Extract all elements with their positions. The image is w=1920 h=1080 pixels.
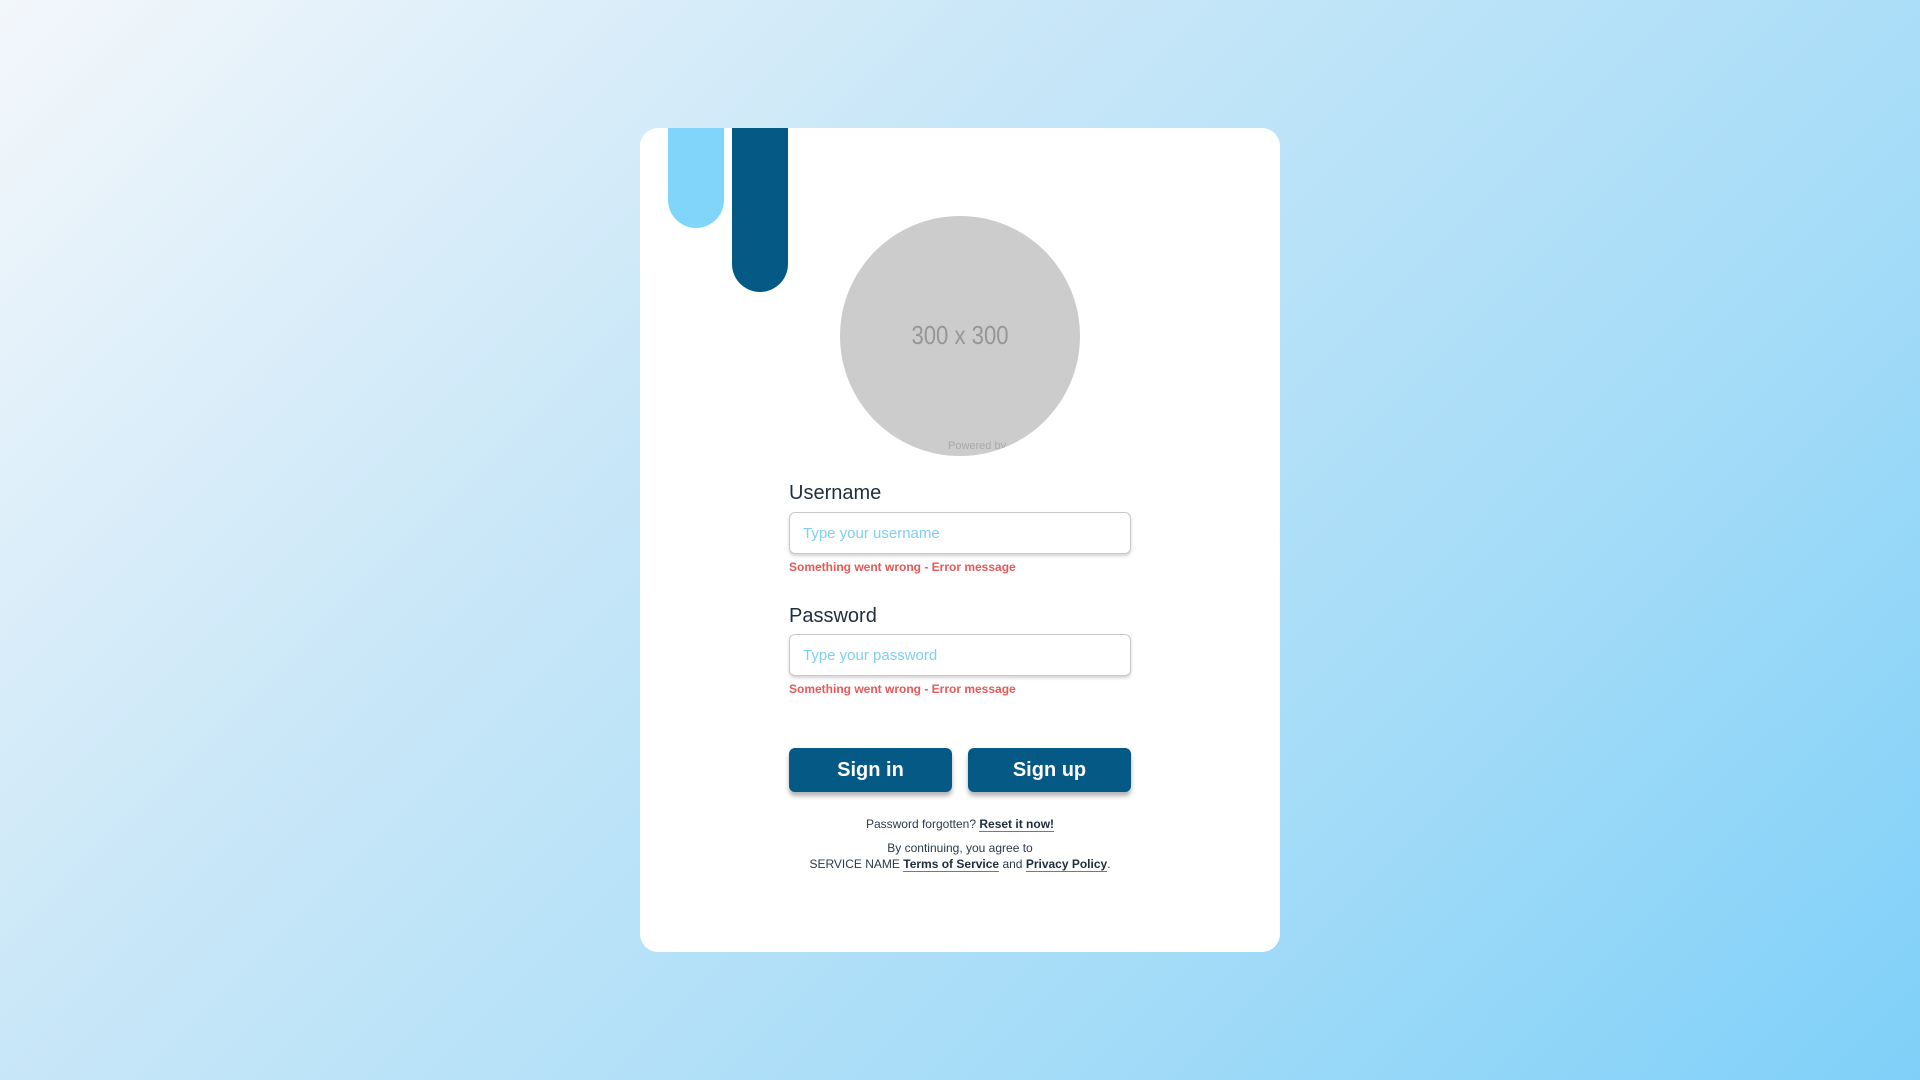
login-card: 300 x 300 Powered by Username Something …	[640, 128, 1280, 952]
privacy-policy-link[interactable]: Privacy Policy	[1025, 857, 1108, 872]
username-error-message: Something went wrong - Error message	[789, 560, 1016, 574]
avatar-credit-text: Powered by	[948, 440, 1007, 452]
password-forgotten-text: Password forgotten?	[865, 817, 977, 831]
avatar-placeholder-text: 300 x 300	[911, 320, 1009, 350]
avatar-placeholder-image: 300 x 300 Powered by	[840, 216, 1080, 456]
username-input[interactable]	[789, 512, 1131, 554]
terms-of-service-link[interactable]: Terms of Service	[903, 857, 1000, 872]
password-input[interactable]	[789, 634, 1131, 676]
password-error-message: Something went wrong - Error message	[789, 682, 1016, 696]
sign-in-button[interactable]: Sign in	[789, 748, 952, 792]
period-text: .	[1107, 857, 1111, 871]
decorative-stripe-dark	[732, 128, 788, 292]
and-text: and	[1002, 857, 1023, 871]
agreement-line-1: By continuing, you agree to	[887, 841, 1033, 855]
service-name-text: SERVICE NAME	[809, 857, 900, 871]
sign-up-button[interactable]: Sign up	[968, 748, 1131, 792]
password-forgotten-line: Password forgotten? Reset it now!	[640, 817, 1280, 832]
password-label: Password	[789, 605, 877, 627]
username-label: Username	[789, 482, 882, 504]
agreement-line-2: SERVICE NAME Terms of Service and Privac…	[640, 857, 1280, 872]
decorative-stripe-light	[668, 128, 724, 228]
reset-password-link[interactable]: Reset it now!	[979, 817, 1055, 832]
